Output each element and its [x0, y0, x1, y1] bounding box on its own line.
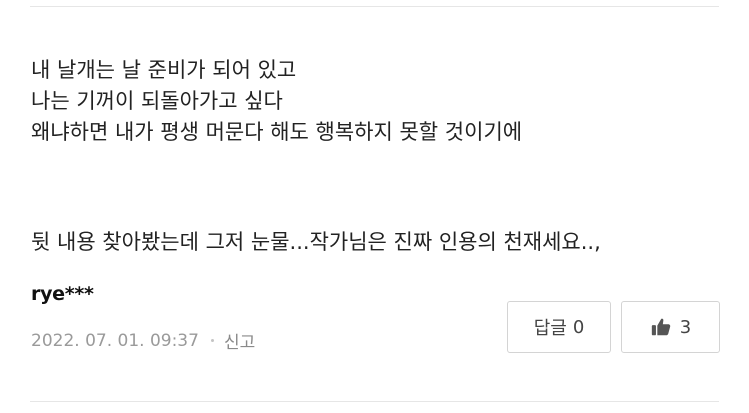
reply-button[interactable]: 답글 0	[507, 301, 611, 353]
reply-count: 0	[572, 316, 585, 338]
top-divider	[30, 6, 719, 7]
reply-label: 답글	[533, 318, 567, 339]
comment-meta: 2022. 07. 01. 09:37 신고	[31, 328, 255, 354]
comment-line-1: 내 날개는 날 준비가 되어 있고	[31, 58, 297, 82]
author-name: rye***	[31, 283, 94, 305]
comment-line-3: 왜냐하면 내가 평생 머문다 해도 행복하지 못할 것이기에	[31, 120, 523, 144]
comment-line-2: 나는 기꺼이 되돌아가고 싶다	[31, 89, 283, 113]
thumbs-up-icon	[650, 316, 672, 338]
like-count: 3	[679, 316, 692, 338]
timestamp: 2022. 07. 01. 09:37	[31, 330, 199, 351]
comment-line-5: 뒷 내용 찾아봤는데 그저 눈물...작가님은 진짜 인용의 천재세요..,	[31, 230, 601, 254]
like-button[interactable]: 3	[621, 301, 720, 353]
report-link[interactable]: 신고	[224, 328, 255, 353]
bottom-divider	[30, 401, 719, 402]
separator-dot	[210, 339, 214, 342]
